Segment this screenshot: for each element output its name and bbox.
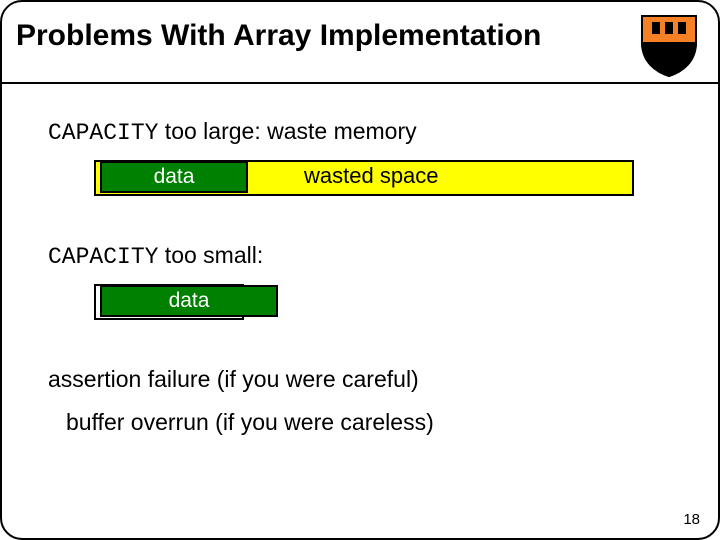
wasted-space-label: wasted space [304, 163, 439, 189]
slide-title: Problems With Array Implementation [16, 12, 638, 54]
capacity-small-text: too small: [158, 242, 263, 268]
capacity-small-line: CAPACITY too small: [48, 242, 680, 270]
capacity-large-line: CAPACITY too large: waste memory [48, 118, 680, 146]
capacity-code-1: CAPACITY [48, 120, 158, 146]
buffer-overrun-line: buffer overrun (if you were careless) [66, 409, 680, 436]
slide-frame: Problems With Array Implementation CAPAC… [0, 0, 720, 540]
capacity-large-text: too large: waste memory [158, 118, 416, 144]
array-data-box-1: data [100, 161, 248, 193]
princeton-crest-icon [638, 12, 700, 78]
capacity-code-2: CAPACITY [48, 244, 158, 270]
array-data-box-2: data [100, 285, 278, 317]
title-row: Problems With Array Implementation [2, 2, 718, 78]
slide-body: CAPACITY too large: waste memory data wa… [2, 100, 718, 538]
title-divider [2, 82, 718, 84]
assertion-failure-line: assertion failure (if you were careful) [48, 366, 680, 393]
array-diagram-small: data [94, 284, 284, 322]
page-number: 18 [683, 511, 700, 528]
array-diagram-large: data wasted space [94, 160, 634, 196]
